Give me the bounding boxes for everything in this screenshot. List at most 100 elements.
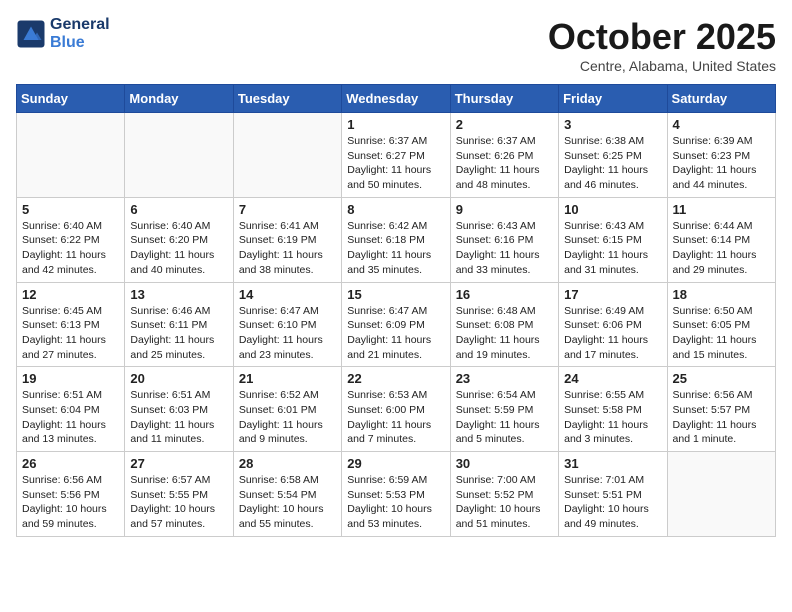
day-detail: Sunrise: 6:53 AM Sunset: 6:00 PM Dayligh… (347, 388, 444, 447)
day-number: 30 (456, 456, 553, 471)
day-detail: Sunrise: 6:47 AM Sunset: 6:09 PM Dayligh… (347, 304, 444, 363)
day-number: 25 (673, 371, 770, 386)
day-number: 31 (564, 456, 661, 471)
day-detail: Sunrise: 6:56 AM Sunset: 5:56 PM Dayligh… (22, 473, 119, 532)
week-row-3: 12 Sunrise: 6:45 AM Sunset: 6:13 PM Dayli… (17, 282, 776, 367)
page-header: General Blue October 2025 Centre, Alabam… (16, 16, 776, 74)
day-cell: 26 Sunrise: 6:56 AM Sunset: 5:56 PM Dayli… (17, 452, 125, 537)
day-detail: Sunrise: 6:56 AM Sunset: 5:57 PM Dayligh… (673, 388, 770, 447)
day-cell: 28Sunrise: 6:58 AM Sunset: 5:54 PM Dayli… (233, 452, 341, 537)
day-cell: 2 Sunrise: 6:37 AM Sunset: 6:26 PM Daylig… (450, 113, 558, 198)
logo: General Blue (16, 16, 110, 52)
day-number: 8 (347, 202, 444, 217)
day-number: 17 (564, 287, 661, 302)
day-cell: 29Sunrise: 6:59 AM Sunset: 5:53 PM Dayli… (342, 452, 450, 537)
header-tuesday: Tuesday (233, 85, 341, 113)
day-cell: 17 Sunrise: 6:49 AM Sunset: 6:06 PM Dayli… (559, 282, 667, 367)
day-detail: Sunrise: 6:55 AM Sunset: 5:58 PM Dayligh… (564, 388, 661, 447)
header-thursday: Thursday (450, 85, 558, 113)
day-number: 4 (673, 117, 770, 132)
day-number: 26 (22, 456, 119, 471)
day-cell: 15 Sunrise: 6:47 AM Sunset: 6:09 PM Dayli… (342, 282, 450, 367)
day-cell: 1Sunrise: 6:37 AM Sunset: 6:27 PM Daylig… (342, 113, 450, 198)
day-number: 6 (130, 202, 227, 217)
day-number: 3 (564, 117, 661, 132)
day-cell: 13 Sunrise: 6:46 AM Sunset: 6:11 PM Dayli… (125, 282, 233, 367)
day-detail: Sunrise: 7:01 AM Sunset: 5:51 PM Dayligh… (564, 473, 661, 532)
day-cell: 27 Sunrise: 6:57 AM Sunset: 5:55 PM Dayli… (125, 452, 233, 537)
day-detail: Sunrise: 6:51 AM Sunset: 6:04 PM Dayligh… (22, 388, 119, 447)
day-cell: 30 Sunrise: 7:00 AM Sunset: 5:52 PM Dayli… (450, 452, 558, 537)
day-detail: Sunrise: 6:52 AM Sunset: 6:01 PM Dayligh… (239, 388, 336, 447)
day-cell: 24Sunrise: 6:55 AM Sunset: 5:58 PM Dayli… (559, 367, 667, 452)
day-cell: 23Sunrise: 6:54 AM Sunset: 5:59 PM Dayli… (450, 367, 558, 452)
day-cell: 16 Sunrise: 6:48 AM Sunset: 6:08 PM Dayli… (450, 282, 558, 367)
day-number: 21 (239, 371, 336, 386)
day-number: 20 (130, 371, 227, 386)
day-cell: 31 Sunrise: 7:01 AM Sunset: 5:51 PM Dayli… (559, 452, 667, 537)
calendar-header: SundayMondayTuesdayWednesdayThursdayFrid… (17, 85, 776, 113)
day-detail: Sunrise: 6:43 AM Sunset: 6:15 PM Dayligh… (564, 219, 661, 278)
day-cell: 20 Sunrise: 6:51 AM Sunset: 6:03 PM Dayli… (125, 367, 233, 452)
day-detail: Sunrise: 6:46 AM Sunset: 6:11 PM Dayligh… (130, 304, 227, 363)
title-block: October 2025 Centre, Alabama, United Sta… (548, 16, 776, 74)
day-detail: Sunrise: 6:58 AM Sunset: 5:54 PM Dayligh… (239, 473, 336, 532)
week-row-1: 1Sunrise: 6:37 AM Sunset: 6:27 PM Daylig… (17, 113, 776, 198)
day-detail: Sunrise: 6:47 AM Sunset: 6:10 PM Dayligh… (239, 304, 336, 363)
header-friday: Friday (559, 85, 667, 113)
day-number: 10 (564, 202, 661, 217)
day-number: 2 (456, 117, 553, 132)
day-cell: 12 Sunrise: 6:45 AM Sunset: 6:13 PM Dayli… (17, 282, 125, 367)
day-number: 15 (347, 287, 444, 302)
day-cell: 18Sunrise: 6:50 AM Sunset: 6:05 PM Dayli… (667, 282, 775, 367)
logo-icon (16, 19, 46, 49)
day-number: 13 (130, 287, 227, 302)
day-detail: Sunrise: 6:49 AM Sunset: 6:06 PM Dayligh… (564, 304, 661, 363)
day-cell: 7 Sunrise: 6:41 AM Sunset: 6:19 PM Daylig… (233, 197, 341, 282)
day-detail: Sunrise: 6:57 AM Sunset: 5:55 PM Dayligh… (130, 473, 227, 532)
day-detail: Sunrise: 6:54 AM Sunset: 5:59 PM Dayligh… (456, 388, 553, 447)
day-detail: Sunrise: 6:40 AM Sunset: 6:20 PM Dayligh… (130, 219, 227, 278)
calendar-body: 1Sunrise: 6:37 AM Sunset: 6:27 PM Daylig… (17, 113, 776, 537)
day-number: 18 (673, 287, 770, 302)
day-cell: 5Sunrise: 6:40 AM Sunset: 6:22 PM Daylig… (17, 197, 125, 282)
location: Centre, Alabama, United States (548, 58, 776, 74)
day-cell: 19 Sunrise: 6:51 AM Sunset: 6:04 PM Dayli… (17, 367, 125, 452)
day-detail: Sunrise: 6:45 AM Sunset: 6:13 PM Dayligh… (22, 304, 119, 363)
day-detail: Sunrise: 7:00 AM Sunset: 5:52 PM Dayligh… (456, 473, 553, 532)
day-cell: 10 Sunrise: 6:43 AM Sunset: 6:15 PM Dayli… (559, 197, 667, 282)
day-detail: Sunrise: 6:39 AM Sunset: 6:23 PM Dayligh… (673, 134, 770, 193)
day-cell: 14Sunrise: 6:47 AM Sunset: 6:10 PM Dayli… (233, 282, 341, 367)
day-number: 7 (239, 202, 336, 217)
day-cell (233, 113, 341, 198)
day-number: 19 (22, 371, 119, 386)
day-detail: Sunrise: 6:37 AM Sunset: 6:26 PM Dayligh… (456, 134, 553, 193)
day-number: 27 (130, 456, 227, 471)
week-row-2: 5Sunrise: 6:40 AM Sunset: 6:22 PM Daylig… (17, 197, 776, 282)
day-detail: Sunrise: 6:48 AM Sunset: 6:08 PM Dayligh… (456, 304, 553, 363)
day-detail: Sunrise: 6:43 AM Sunset: 6:16 PM Dayligh… (456, 219, 553, 278)
day-cell: 25 Sunrise: 6:56 AM Sunset: 5:57 PM Dayli… (667, 367, 775, 452)
day-cell (667, 452, 775, 537)
day-cell: 21 Sunrise: 6:52 AM Sunset: 6:01 PM Dayli… (233, 367, 341, 452)
header-row: SundayMondayTuesdayWednesdayThursdayFrid… (17, 85, 776, 113)
day-number: 16 (456, 287, 553, 302)
day-number: 11 (673, 202, 770, 217)
header-sunday: Sunday (17, 85, 125, 113)
day-detail: Sunrise: 6:51 AM Sunset: 6:03 PM Dayligh… (130, 388, 227, 447)
day-detail: Sunrise: 6:41 AM Sunset: 6:19 PM Dayligh… (239, 219, 336, 278)
week-row-4: 19 Sunrise: 6:51 AM Sunset: 6:04 PM Dayli… (17, 367, 776, 452)
calendar-table: SundayMondayTuesdayWednesdayThursdayFrid… (16, 84, 776, 537)
logo-text-line2: Blue (50, 34, 110, 52)
day-detail: Sunrise: 6:59 AM Sunset: 5:53 PM Dayligh… (347, 473, 444, 532)
day-cell: 6 Sunrise: 6:40 AM Sunset: 6:20 PM Daylig… (125, 197, 233, 282)
day-number: 9 (456, 202, 553, 217)
week-row-5: 26 Sunrise: 6:56 AM Sunset: 5:56 PM Dayli… (17, 452, 776, 537)
day-detail: Sunrise: 6:42 AM Sunset: 6:18 PM Dayligh… (347, 219, 444, 278)
day-number: 12 (22, 287, 119, 302)
header-wednesday: Wednesday (342, 85, 450, 113)
logo-text-line1: General (50, 16, 110, 34)
day-cell: 8 Sunrise: 6:42 AM Sunset: 6:18 PM Daylig… (342, 197, 450, 282)
day-cell: 22Sunrise: 6:53 AM Sunset: 6:00 PM Dayli… (342, 367, 450, 452)
day-detail: Sunrise: 6:44 AM Sunset: 6:14 PM Dayligh… (673, 219, 770, 278)
